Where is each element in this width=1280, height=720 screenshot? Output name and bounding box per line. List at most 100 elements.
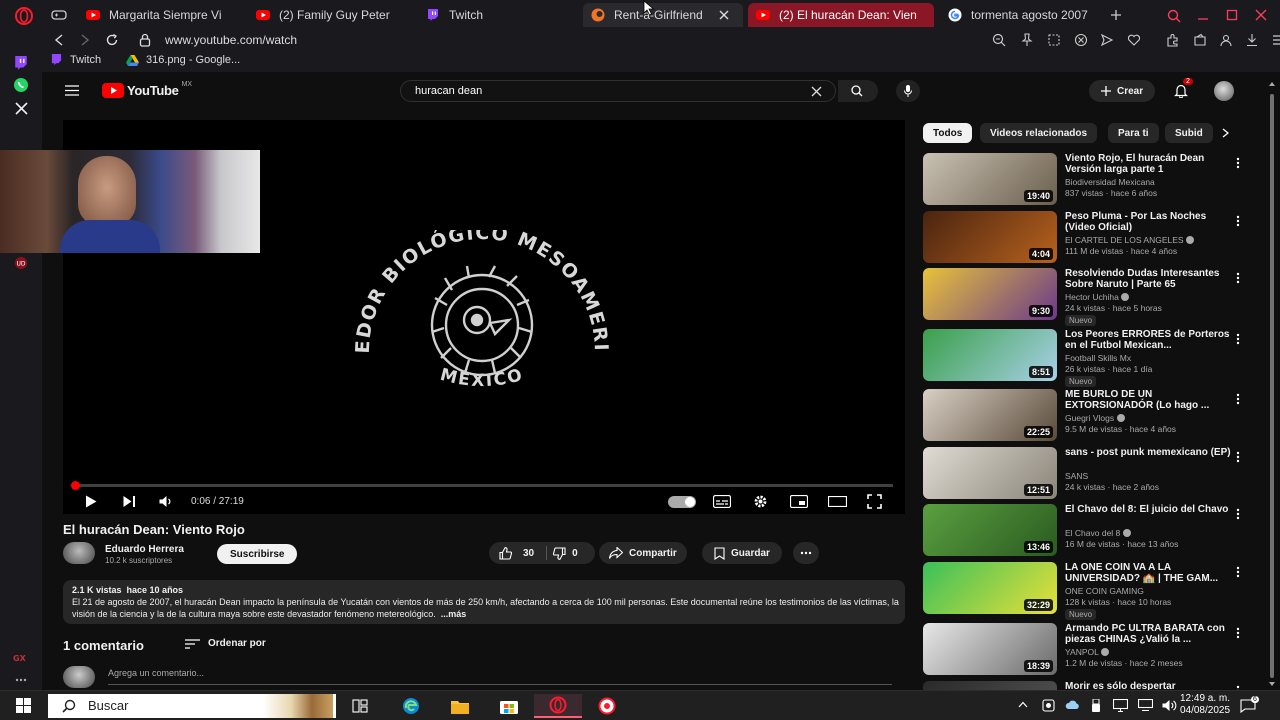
recommendation-item[interactable]: 9:30 Resolviendo Dudas Interesantes Sobre… — [923, 268, 1253, 326]
x-twitter-icon[interactable] — [12, 99, 30, 117]
ad-block-icon[interactable] — [1074, 33, 1088, 47]
usb-icon[interactable] — [1091, 699, 1101, 713]
subscribe-button[interactable]: Suscribirse — [217, 544, 298, 564]
scrollbar-thumb[interactable] — [1270, 94, 1274, 678]
more-vertical-icon[interactable] — [1236, 451, 1242, 465]
opera-gx-taskbar-icon[interactable] — [534, 694, 582, 718]
recommendation-channel[interactable]: Guegri Vlogs — [1065, 413, 1125, 423]
tab-2[interactable]: Twitch — [418, 3, 568, 27]
maximize-icon[interactable] — [1226, 9, 1238, 21]
tab-0[interactable]: Margarita Siempre Vi — [78, 3, 238, 27]
reload-icon[interactable] — [105, 33, 119, 47]
forward-icon[interactable] — [80, 34, 90, 46]
more-vertical-icon[interactable] — [1236, 566, 1242, 580]
more-vertical-icon[interactable] — [1236, 157, 1242, 171]
video-thumbnail[interactable]: 32:29 — [923, 562, 1057, 614]
chevron-up-icon[interactable] — [1018, 701, 1028, 708]
recommendation-title[interactable]: Los Peores ERRORES de Porteros en el Fut… — [1065, 329, 1235, 351]
youtube-logo[interactable]: YouTube MX — [102, 81, 192, 98]
close-window-icon[interactable] — [1255, 9, 1267, 21]
recommendation-item[interactable]: 19:40 Viento Rojo, El huracán Dean Versió… — [923, 153, 1253, 207]
next-icon[interactable] — [123, 495, 136, 508]
recommendation-channel[interactable]: SANS — [1065, 471, 1088, 481]
video-thumbnail[interactable]: 12:51 — [923, 447, 1057, 499]
show-more-link[interactable]: ...más — [441, 609, 467, 619]
more-vertical-icon[interactable] — [1236, 215, 1242, 229]
back-icon[interactable] — [54, 34, 64, 46]
user-avatar[interactable] — [1214, 81, 1234, 101]
video-thumbnail[interactable]: 9:30 — [923, 268, 1057, 320]
send-icon[interactable] — [1100, 33, 1114, 47]
account-icon[interactable] — [1219, 33, 1233, 47]
thumbs-up-icon[interactable] — [499, 546, 512, 560]
gamepad-icon[interactable] — [51, 9, 67, 21]
chip-related[interactable]: Videos relacionados — [980, 123, 1098, 143]
new-tab-icon[interactable] — [1110, 9, 1122, 21]
recommendation-item[interactable]: 13:46 El Chavo del 8: El juicio del Chavo… — [923, 504, 1253, 558]
clear-search-icon[interactable] — [811, 86, 822, 97]
twitch-sidebar-icon[interactable] — [12, 54, 30, 72]
more-vertical-icon[interactable] — [1236, 627, 1242, 641]
recommendation-channel[interactable]: YANPOL — [1065, 647, 1109, 657]
scroll-up-arrow-icon[interactable] — [1269, 82, 1275, 86]
progress-scrubber[interactable] — [71, 481, 80, 490]
extension-ud-icon[interactable]: UD — [12, 254, 30, 272]
edge-browser-icon[interactable] — [396, 694, 426, 718]
display-icon[interactable] — [1113, 699, 1128, 712]
channel-avatar[interactable] — [63, 542, 95, 564]
extensions-icon[interactable] — [1166, 33, 1180, 47]
recommendation-title[interactable]: LA ONE COIN VA A LA UNIVERSIDAD? 🏫 | THE… — [1065, 562, 1235, 584]
tab-1[interactable]: (2) Family Guy Peter — [248, 3, 408, 27]
download-icon[interactable] — [1245, 33, 1259, 47]
more-actions-button[interactable] — [793, 542, 819, 564]
more-sidebar-icon[interactable] — [12, 671, 30, 689]
network-icon[interactable] — [1138, 699, 1153, 711]
heart-icon[interactable] — [1127, 33, 1141, 47]
more-vertical-icon[interactable] — [1236, 272, 1242, 286]
tray-app-icon[interactable] — [1042, 699, 1055, 712]
recommendation-channel[interactable]: Biodiversidad Mexicana — [1065, 177, 1155, 187]
video-thumbnail[interactable]: 13:46 — [923, 504, 1057, 556]
close-tab-icon[interactable] — [719, 10, 729, 20]
video-thumbnail[interactable]: 19:40 — [923, 153, 1057, 205]
recommendation-item[interactable]: 8:51 Los Peores ERRORES de Porteros en el… — [923, 329, 1253, 387]
share-button[interactable]: Compartir — [599, 542, 687, 564]
minimize-icon[interactable] — [1197, 9, 1209, 21]
url-text[interactable]: www.youtube.com/watch — [165, 33, 297, 47]
scroll-down-arrow-icon[interactable] — [1269, 682, 1275, 686]
play-icon[interactable] — [85, 495, 97, 508]
bookmark-item[interactable]: 316.png - Google... — [126, 54, 240, 66]
miniplayer-icon[interactable] — [790, 495, 808, 508]
recommendation-title[interactable]: Armando PC ULTRA BARATA con piezas CHINA… — [1065, 623, 1235, 645]
microsoft-store-icon[interactable] — [494, 694, 524, 718]
recommendation-channel[interactable]: El CARTEL DE LOS ANGELES — [1065, 235, 1194, 245]
wallet-icon[interactable] — [1193, 33, 1207, 47]
whatsapp-icon[interactable] — [12, 76, 30, 94]
comment-input[interactable]: Agrega un comentario... — [108, 668, 892, 685]
search-button[interactable] — [838, 80, 878, 102]
more-vertical-icon[interactable] — [1236, 333, 1242, 347]
subtitles-icon[interactable] — [713, 495, 731, 508]
fullscreen-icon[interactable] — [867, 494, 882, 509]
recommendation-channel[interactable]: Football Skills Mx — [1065, 353, 1131, 363]
more-vertical-icon[interactable] — [1236, 508, 1242, 522]
hamburger-menu-icon[interactable] — [65, 85, 79, 96]
recommendation-title[interactable]: sans - post punk memexicano (EP) — [1065, 447, 1235, 458]
page-scrollbar[interactable] — [1268, 82, 1276, 686]
theater-mode-icon[interactable] — [828, 496, 847, 507]
voice-search-button[interactable] — [896, 80, 920, 102]
autoplay-toggle[interactable] — [668, 496, 696, 508]
gx-icon[interactable]: GX — [12, 649, 30, 667]
zoom-icon[interactable] — [992, 33, 1006, 47]
video-thumbnail[interactable]: 8:51 — [923, 329, 1057, 381]
tab-3[interactable]: Rent-a-Girlfriend — [583, 3, 743, 27]
recommendation-channel[interactable]: El Chavo del 8 — [1065, 528, 1131, 538]
video-thumbnail[interactable]: 22:25 — [923, 389, 1057, 441]
pin-icon[interactable] — [1020, 33, 1034, 47]
bookmark-item[interactable]: Twitch — [51, 54, 101, 66]
recommendation-title[interactable]: ME BURLO DE UN EXTORSIONADÓR (Lo hago ..… — [1065, 389, 1235, 411]
snapshot-icon[interactable] — [1047, 33, 1061, 47]
video-thumbnail[interactable]: 4:04 — [923, 211, 1057, 263]
recommendation-title[interactable]: Resolviendo Dudas Interesantes Sobre Nar… — [1065, 268, 1235, 290]
recommendation-title[interactable]: El Chavo del 8: El juicio del Chavo — [1065, 504, 1235, 515]
